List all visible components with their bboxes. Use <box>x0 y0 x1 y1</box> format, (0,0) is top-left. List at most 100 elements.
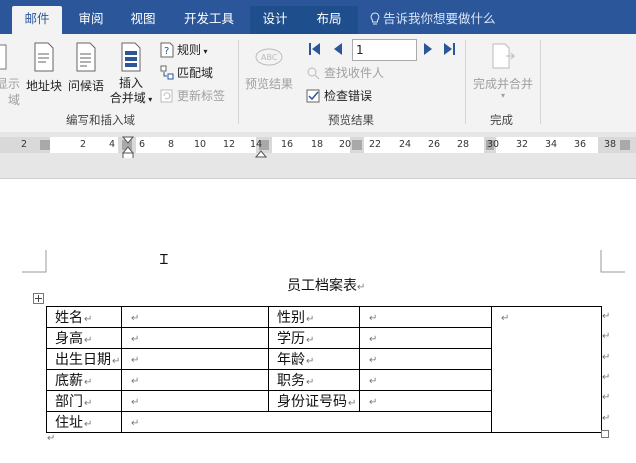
table-cell[interactable]: ↵ <box>359 369 492 391</box>
ruler-number: 8 <box>167 139 175 150</box>
match-fields-label: 匹配域 <box>177 66 214 80</box>
paragraph-mark: ↵ <box>306 314 315 325</box>
next-record-icon[interactable] <box>422 42 434 56</box>
tab-mailings[interactable]: 邮件 <box>12 6 62 34</box>
check-errors-label: 检查错误 <box>324 89 373 103</box>
tell-me-box[interactable]: 告诉我你想要做什么 <box>370 6 496 32</box>
table-cell[interactable]: ↵ <box>121 411 492 433</box>
address-block-button[interactable]: 地址块 <box>24 42 64 94</box>
ruler-number: 4 <box>108 139 116 150</box>
end-of-row-mark: ↵ <box>602 372 611 383</box>
group-label-write-insert: 编写和插入域 <box>66 113 135 127</box>
last-record-icon[interactable] <box>442 42 456 56</box>
table-cell: 学历↵ <box>268 327 360 349</box>
ruler-number: 2 <box>79 139 87 150</box>
finish-merge-button[interactable]: 完成并合并 ▾ <box>470 42 536 100</box>
table-cell[interactable]: ↵ <box>121 327 269 349</box>
record-number-input[interactable]: 1 <box>352 39 417 61</box>
insert-merge-field-icon <box>121 42 141 72</box>
show-fields-button[interactable]: 显示 域 <box>0 76 20 108</box>
insert-merge-field-label-1: 插入 <box>118 76 143 90</box>
find-recipient-icon <box>307 67 320 80</box>
table-row: 姓名↵ ↵ 性别↵ ↵ ↵ <box>46 306 602 433</box>
show-fields-label-top: 显示 <box>0 77 20 91</box>
table-cell[interactable]: ↵ <box>359 327 492 349</box>
table-cell: 底薪↵ <box>46 369 122 391</box>
label-position: 职务 <box>277 373 305 389</box>
table-cell[interactable]: ↵ <box>359 348 492 370</box>
chevron-down-icon: ▾ <box>500 91 505 100</box>
ruler-number: 38 <box>603 139 617 150</box>
ruler-number: 28 <box>456 139 470 150</box>
table-cell[interactable]: ↵ <box>121 348 269 370</box>
right-indent-marker[interactable] <box>255 148 267 158</box>
match-fields-button[interactable]: 匹配域 <box>160 63 213 83</box>
margin-crop-mark-right <box>600 250 625 273</box>
table-cell: 部门↵ <box>46 390 122 412</box>
tab-view[interactable]: 视图 <box>120 6 166 34</box>
table-cell[interactable]: ↵ <box>121 306 269 328</box>
paragraph-mark: ↵ <box>84 419 93 430</box>
paragraph-mark: ↵ <box>357 282 366 293</box>
label-base-salary: 底薪 <box>55 373 83 389</box>
tab-developer[interactable]: 开发工具 <box>174 6 244 34</box>
photo-cell[interactable]: ↵ <box>491 306 602 433</box>
paragraph-mark: ↵ <box>131 334 140 345</box>
tab-layout[interactable]: 布局 <box>300 6 358 34</box>
label-id-number: 身份证号码 <box>277 394 347 410</box>
label-age: 年龄 <box>277 352 305 368</box>
paragraph-mark: ↵ <box>369 397 378 408</box>
label-gender: 性别 <box>277 310 305 326</box>
ruler-number: 30 <box>486 139 500 150</box>
tab-design[interactable]: 设计 <box>250 6 300 34</box>
rules-label: 规则 <box>177 43 202 57</box>
match-fields-icon <box>160 65 174 80</box>
table-resize-handle[interactable] <box>601 430 609 438</box>
update-labels-button[interactable]: 更新标签 <box>160 86 225 106</box>
address-block-icon <box>34 42 54 72</box>
label-education: 学历 <box>277 331 305 347</box>
first-record-icon[interactable] <box>308 42 322 56</box>
previous-record-icon[interactable] <box>332 42 344 56</box>
preview-results-button[interactable]: ABC 预览结果 <box>242 42 296 92</box>
tell-me-text: 告诉我你想要做什么 <box>383 11 496 26</box>
table-cell[interactable]: ↵ <box>359 306 492 328</box>
finish-merge-label: 完成并合并 <box>472 77 533 91</box>
label-name: 姓名 <box>55 310 83 326</box>
label-birthdate: 出生日期 <box>55 352 111 368</box>
group-label-preview: 预览结果 <box>328 113 374 127</box>
end-of-row-mark: ↵ <box>602 331 611 342</box>
finish-merge-icon <box>492 43 516 69</box>
table-cell[interactable]: ↵ <box>121 369 269 391</box>
label-height: 身高 <box>55 331 83 347</box>
table-move-handle-icon[interactable] <box>33 293 44 304</box>
paragraph-mark: ↵ <box>501 313 510 324</box>
paragraph-mark: ↵ <box>306 335 315 346</box>
paragraph-mark: ↵ <box>348 398 357 409</box>
ruler-number: 36 <box>573 139 587 150</box>
ruler-number: 2 <box>20 139 28 150</box>
update-labels-icon <box>160 89 173 103</box>
group-separator <box>540 40 541 124</box>
greeting-line-button[interactable]: 问候语 <box>66 42 106 94</box>
group-label-finish: 完成 <box>490 113 513 127</box>
ruler-number: 10 <box>193 139 207 150</box>
label-address: 住址 <box>55 415 83 431</box>
group-separator <box>238 40 239 124</box>
ruler-bottom-strip <box>0 158 636 179</box>
tab-review[interactable]: 审阅 <box>68 6 114 34</box>
end-of-row-mark: ↵ <box>602 392 611 403</box>
paragraph-mark: ↵ <box>131 355 140 366</box>
insert-merge-field-button[interactable]: 插入 合并域 ▾ <box>106 42 156 107</box>
end-of-row-mark: ↵ <box>602 413 611 424</box>
ribbon-tab-bar: 邮件 审阅 视图 开发工具 设计 布局 告诉我你想要做什么 <box>0 0 636 34</box>
find-recipient-button[interactable]: 查找收件人 <box>306 63 384 83</box>
table-cell: 身高↵ <box>46 327 122 349</box>
table-cell[interactable]: ↵ <box>359 390 492 412</box>
paragraph-mark: ↵ <box>84 398 93 409</box>
table-cell[interactable]: ↵ <box>121 390 269 412</box>
end-of-row-mark: ↵ <box>602 311 611 322</box>
rules-button[interactable]: ? 规则 ▾ <box>160 40 208 60</box>
check-errors-button[interactable]: 检查错误 <box>306 86 372 106</box>
paragraph-mark: ↵ <box>369 355 378 366</box>
